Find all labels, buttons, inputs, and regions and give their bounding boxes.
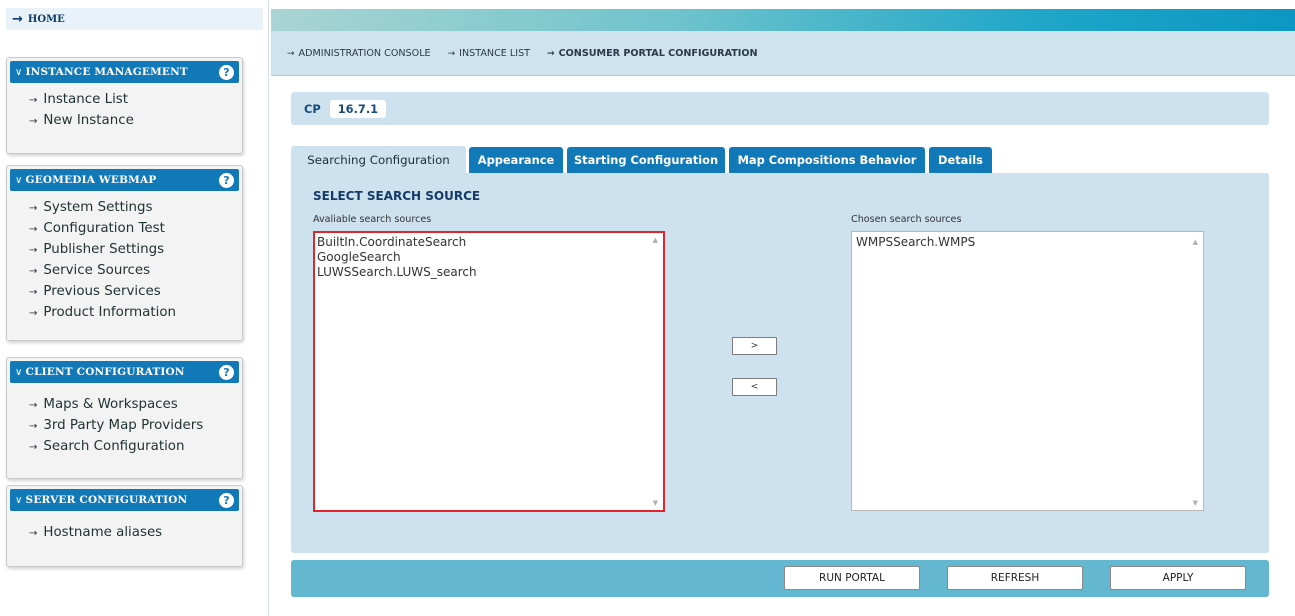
sidebar-item-service-sources[interactable]: → Service Sources (29, 261, 242, 282)
list-option[interactable]: GoogleSearch (315, 250, 663, 265)
panel-header-geomedia-webmap[interactable]: ∨ GEOMEDIA WEBMAP ? (10, 169, 239, 191)
header-gradient-bar (271, 9, 1295, 31)
sidebar-item-label: Search Configuration (43, 439, 185, 454)
bullet-arrow-icon: → (29, 308, 38, 319)
sidebar-item-label: Configuration Test (43, 221, 165, 236)
panel-title: INSTANCE MANAGEMENT (25, 66, 188, 78)
available-sources-listbox[interactable]: BuiltIn.CoordinateSearch GoogleSearch LU… (313, 231, 665, 512)
bullet-arrow-icon: → (29, 287, 38, 298)
panel-geomedia-webmap: ∨ GEOMEDIA WEBMAP ? → System Settings → Con… (6, 165, 243, 341)
sidebar-item-label: 3rd Party Map Providers (43, 418, 204, 433)
scroll-down-icon[interactable]: ▼ (653, 499, 658, 507)
panel-title: SERVER CONFIGURATION (25, 494, 188, 506)
sidebar-item-search-configuration[interactable]: → Search Configuration (29, 437, 242, 458)
bullet-arrow-icon: → (29, 224, 38, 235)
remove-source-button[interactable]: < (732, 378, 777, 396)
list-option[interactable]: BuiltIn.CoordinateSearch (315, 235, 663, 250)
sidebar-item-system-settings[interactable]: → System Settings (29, 198, 242, 219)
panel-header-instance-management[interactable]: ∨ INSTANCE MANAGEMENT ? (10, 61, 239, 83)
arrow-right-icon: → (287, 48, 295, 59)
panel-client-configuration: ∨ CLIENT CONFIGURATION ? → Maps & Workspac… (6, 357, 243, 479)
sidebar-item-maps-workspaces[interactable]: → Maps & Workspaces (29, 395, 242, 416)
bullet-arrow-icon: → (29, 203, 38, 214)
chevron-down-icon: ∨ (15, 175, 23, 186)
list-option[interactable]: LUWSSearch.LUWS_search (315, 265, 663, 280)
sidebar-divider (268, 0, 269, 616)
chosen-sources-listbox[interactable]: WMPSSearch.WMPS ▲ ▼ (851, 231, 1204, 511)
arrow-right-icon: → (547, 48, 555, 59)
bullet-arrow-icon: → (29, 442, 38, 453)
sidebar-item-label: System Settings (43, 200, 153, 215)
add-source-button[interactable]: > (732, 337, 777, 355)
apply-button[interactable]: APPLY (1110, 566, 1246, 590)
refresh-button[interactable]: REFRESH (947, 566, 1083, 590)
home-link[interactable]: → HOME (6, 8, 263, 30)
breadcrumb-label: INSTANCE LIST (459, 47, 531, 59)
arrow-right-icon: → (447, 48, 456, 59)
sidebar-item-label: Publisher Settings (43, 242, 165, 257)
chosen-sources-label: Chosen search sources (851, 214, 962, 225)
tab-map-compositions-behavior[interactable]: Map Compositions Behavior (729, 147, 925, 173)
list-option[interactable]: WMPSSearch.WMPS (854, 235, 1203, 250)
help-icon[interactable]: ? (219, 64, 234, 80)
tab-searching-configuration[interactable]: Searching Configuration (291, 146, 466, 174)
panel-header-server-configuration[interactable]: ∨ SERVER CONFIGURATION ? (10, 489, 239, 511)
sidebar-item-hostname-aliases[interactable]: → Hostname aliases (29, 523, 242, 544)
product-label: CP (304, 101, 321, 116)
bullet-arrow-icon: → (29, 245, 38, 256)
scroll-up-icon[interactable]: ▲ (1193, 238, 1198, 246)
tab-starting-configuration[interactable]: Starting Configuration (567, 147, 725, 173)
bullet-arrow-icon: → (29, 116, 38, 127)
scroll-up-icon[interactable]: ▲ (653, 236, 658, 244)
sidebar-item-configuration-test[interactable]: → Configuration Test (29, 219, 242, 240)
panel-title: CLIENT CONFIGURATION (25, 366, 185, 378)
breadcrumb-instance-list[interactable]: → INSTANCE LIST (448, 48, 530, 59)
sidebar-item-label: Instance List (43, 92, 129, 107)
sidebar-item-instance-list[interactable]: → Instance List (29, 90, 242, 111)
sidebar-item-previous-services[interactable]: → Previous Services (29, 282, 242, 303)
panel-header-client-configuration[interactable]: ∨ CLIENT CONFIGURATION ? (10, 361, 239, 383)
breadcrumb-administration-console[interactable]: → ADMINISTRATION CONSOLE (287, 48, 431, 59)
panel-server-configuration: ∨ SERVER CONFIGURATION ? → Hostname aliase… (6, 485, 243, 567)
bullet-arrow-icon: → (29, 528, 38, 539)
sidebar-item-product-information[interactable]: → Product Information (29, 303, 242, 324)
chevron-down-icon: ∨ (15, 67, 23, 78)
panel-instance-management: ∨ INSTANCE MANAGEMENT ? → Instance List → N… (6, 57, 243, 154)
chevron-down-icon: ∨ (15, 367, 23, 378)
available-sources-label: Avaliable search sources (313, 214, 432, 225)
sidebar-item-label: Maps & Workspaces (43, 397, 178, 412)
tab-appearance[interactable]: Appearance (469, 147, 563, 173)
home-label: HOME (27, 13, 65, 25)
sidebar-item-label: Previous Services (43, 284, 161, 299)
bullet-arrow-icon: → (29, 400, 38, 411)
version-bar: CP 16.7.1 (291, 92, 1269, 125)
help-icon[interactable]: ? (219, 492, 234, 508)
help-icon[interactable]: ? (219, 172, 234, 188)
breadcrumb-label: ADMINISTRATION CONSOLE (298, 47, 431, 59)
arrow-right-icon: → (12, 11, 23, 27)
bullet-arrow-icon: → (29, 95, 38, 106)
sidebar-item-new-instance[interactable]: → New Instance (29, 111, 242, 132)
sidebar-item-label: Service Sources (43, 263, 151, 278)
sidebar-item-label: New Instance (43, 113, 134, 128)
sidebar-item-third-party-map-providers[interactable]: → 3rd Party Map Providers (29, 416, 242, 437)
bullet-arrow-icon: → (29, 421, 38, 432)
breadcrumb-label: CONSUMER PORTAL CONFIGURATION (558, 47, 758, 59)
run-portal-button[interactable]: RUN PORTAL (784, 566, 920, 590)
tab-details[interactable]: Details (929, 147, 992, 173)
sidebar-item-label: Hostname aliases (43, 525, 163, 540)
sidebar-item-label: Product Information (43, 305, 177, 320)
breadcrumb-consumer-portal-configuration: → CONSUMER PORTAL CONFIGURATION (547, 48, 758, 59)
version-badge: 16.7.1 (329, 99, 387, 118)
sidebar-item-publisher-settings[interactable]: → Publisher Settings (29, 240, 242, 261)
section-title: SELECT SEARCH SOURCE (313, 189, 481, 203)
sidebar: → HOME ∨ INSTANCE MANAGEMENT ? → Instance … (0, 0, 263, 616)
help-icon[interactable]: ? (219, 364, 234, 380)
chevron-down-icon: ∨ (15, 495, 23, 506)
breadcrumb: → ADMINISTRATION CONSOLE → INSTANCE LIST →… (271, 31, 1295, 76)
scroll-down-icon[interactable]: ▼ (1193, 499, 1198, 507)
bullet-arrow-icon: → (29, 266, 38, 277)
panel-title: GEOMEDIA WEBMAP (25, 174, 157, 186)
